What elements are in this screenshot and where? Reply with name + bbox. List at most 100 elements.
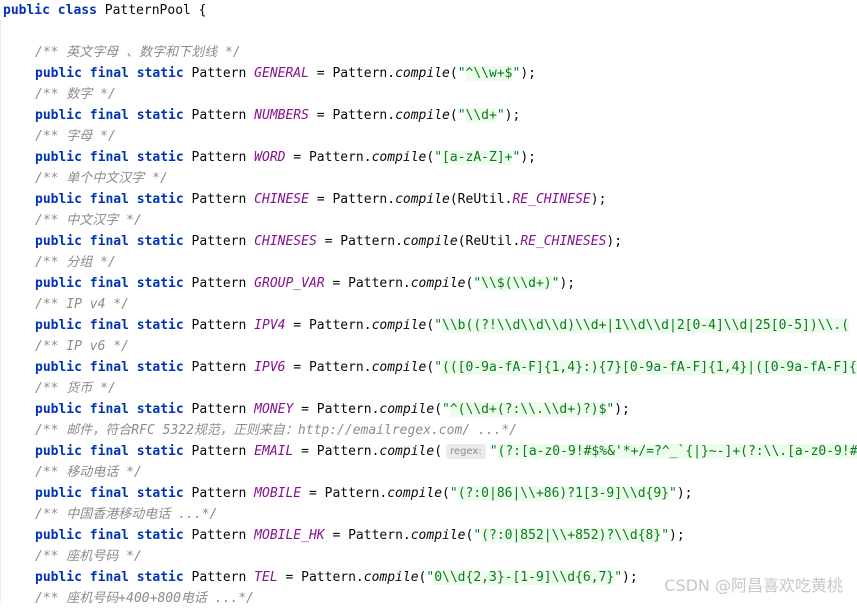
keyword: public final static [35, 570, 192, 585]
code-text: = Pattern. [285, 360, 372, 375]
keyword: public final static [35, 486, 192, 501]
code-line[interactable]: /** 分组 */ [35, 252, 116, 273]
code-line[interactable]: /** 英文字母 、数字和下划线 */ [35, 42, 241, 63]
code-text: Pattern [191, 486, 255, 501]
code-editor[interactable]: public class PatternPool { /** 英文字母 、数字和下… [0, 0, 857, 606]
code-line[interactable]: public final static Pattern WORD = Patte… [35, 147, 536, 168]
keyword: public final static [35, 150, 192, 165]
comment: /** 邮件，符合RFC 5322规范，正则来自：http://emailreg… [35, 423, 518, 438]
code-text: = Pattern. [324, 528, 411, 543]
field-name: TEL [254, 570, 278, 585]
code-line[interactable]: /** 数字 */ [35, 84, 116, 105]
code-text: Pattern [191, 444, 255, 459]
field-name: CHINESES [254, 234, 317, 249]
method-name: compile [395, 192, 450, 207]
code-text: Pattern [191, 66, 255, 81]
code-line[interactable]: public final static Pattern IPV4 = Patte… [35, 315, 850, 336]
code-text: ( [442, 486, 450, 501]
code-line[interactable]: public class PatternPool { [3, 0, 207, 21]
comment: /** 移动电话 */ [35, 465, 142, 480]
code-line[interactable]: public final static Pattern MONEY = Patt… [35, 399, 630, 420]
keyword: public final static [35, 528, 192, 543]
code-text: Pattern [191, 402, 255, 417]
field-name: GENERAL [254, 66, 309, 81]
code-line[interactable]: public final static Pattern MOBILE_HK = … [35, 525, 685, 546]
string-quote: " [489, 444, 498, 459]
indent-guide [0, 21, 3, 602]
code-line[interactable]: /** 中文汉字 */ [35, 210, 142, 231]
code-line[interactable]: /** 字母 */ [35, 126, 116, 147]
code-line[interactable]: public final static Pattern GENERAL = Pa… [35, 63, 536, 84]
code-line[interactable]: /** IP v6 */ [35, 336, 129, 357]
code-text: (ReUtil. [449, 192, 513, 207]
string-quote: " [669, 486, 677, 501]
code-text: ); [559, 276, 576, 291]
code-line[interactable]: public final static Pattern TEL = Patter… [35, 567, 638, 588]
regex-literal: (?:0|86|\\+86)?1[3-9]\\d{9} [457, 486, 670, 501]
code-text: ( [434, 444, 443, 459]
code-line[interactable]: public final static Pattern IPV6 = Patte… [35, 357, 857, 378]
string-quote: " [442, 402, 450, 417]
method-name: compile [371, 360, 427, 375]
field-name: MONEY [254, 402, 294, 417]
keyword: public final static [35, 66, 192, 81]
comment: /** 货币 */ [35, 381, 116, 396]
keyword: public final static [35, 402, 192, 417]
code-line[interactable]: public final static Pattern EMAIL = Patt… [35, 441, 857, 462]
csdn-watermark: CSDN @阿昌喜欢吃黄桃 [664, 576, 843, 595]
string-quote: " [457, 108, 466, 123]
regex-literal: [a-zA-Z]+ [442, 150, 513, 165]
string-quote: " [661, 528, 670, 543]
comment: /** 座机号码 */ [35, 549, 142, 564]
code-line[interactable]: public final static Pattern GROUP_VAR = … [35, 273, 575, 294]
code-text: (ReUtil. [457, 234, 521, 249]
regex-literal: (?:[a-z0-9!#$%&'*+/=?^_`{|}~-]+(?:\\.[a-… [497, 444, 857, 459]
code-line[interactable]: public final static Pattern MOBILE = Pat… [35, 483, 693, 504]
code-text: Pattern [191, 360, 255, 375]
code-text: = Pattern. [324, 276, 411, 291]
code-text: ); [676, 486, 693, 501]
field-name: WORD [254, 150, 286, 165]
keyword: public final static [35, 318, 192, 333]
field-name: CHINESE [254, 192, 309, 207]
code-line[interactable]: /** 邮件，符合RFC 5322规范，正则来自：http://emailreg… [35, 420, 517, 441]
keyword: public final static [35, 234, 192, 249]
code-text: Pattern [191, 150, 255, 165]
regex-literal: (?:0|852|\\+852)?\\d{8} [481, 528, 662, 543]
code-line[interactable]: public final static Pattern CHINESES = P… [35, 231, 622, 252]
code-text: = Pattern. [308, 192, 396, 207]
code-line[interactable]: /** IP v4 */ [35, 294, 129, 315]
code-line[interactable]: /** 货币 */ [35, 378, 116, 399]
code-line[interactable]: /** 座机号码 */ [35, 546, 142, 567]
code-text: ); [590, 192, 607, 207]
code-text: ( [449, 66, 458, 81]
code-text: ( [449, 108, 458, 123]
field-name: IPV4 [254, 318, 286, 333]
keyword: public final static [35, 276, 192, 291]
code-text: ( [434, 402, 443, 417]
code-line[interactable]: /** 座机号码+400+800电话 ...*/ [35, 588, 254, 609]
regex-literal: (([0-9a-fA-F]{1,4}:){7}[0-9a-fA-F]{1,4}|… [442, 360, 857, 375]
code-text: Pattern [191, 234, 255, 249]
code-line[interactable]: /** 单个中文汉字 */ [35, 168, 168, 189]
code-text: ); [504, 108, 521, 123]
code-text: Pattern [191, 192, 255, 207]
keyword: public final static [35, 192, 192, 207]
code-line[interactable]: public final static Pattern NUMBERS = Pa… [35, 105, 520, 126]
comment: /** IP v6 */ [35, 339, 129, 354]
string-quote: " [434, 360, 443, 375]
code-text: = Pattern. [277, 570, 364, 585]
code-text: = Pattern. [285, 150, 372, 165]
regex-literal: 0\\d{2,3}-[1-9]\\d{6,7} [434, 570, 615, 585]
code-line[interactable]: public final static Pattern CHINESE = Pa… [35, 189, 606, 210]
code-text: ); [520, 66, 536, 81]
keyword: public class [3, 3, 105, 18]
string-quote: " [473, 276, 482, 291]
code-line[interactable]: /** 移动电话 */ [35, 462, 142, 483]
method-name: compile [395, 108, 450, 123]
string-quote: " [434, 318, 443, 333]
method-name: compile [371, 150, 427, 165]
code-text: = Pattern. [316, 234, 403, 249]
code-line[interactable]: /** 中国香港移动电话 ...*/ [35, 504, 217, 525]
regex-literal: \\d+ [465, 108, 497, 123]
